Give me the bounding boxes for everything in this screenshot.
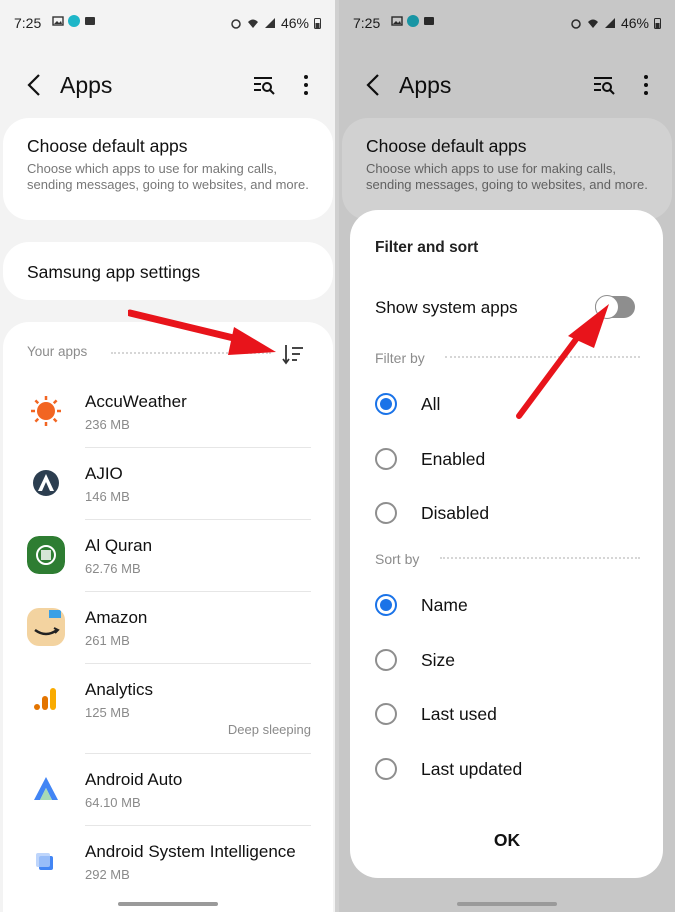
radio-option[interactable]: Disabled bbox=[350, 491, 663, 535]
radio-label: Last updated bbox=[421, 758, 523, 779]
battery-percent: 46% bbox=[280, 15, 309, 31]
ok-button[interactable]: OK bbox=[470, 822, 544, 858]
section-divider bbox=[111, 352, 271, 354]
app-list-item[interactable]: Android Auto 64.10 MB bbox=[3, 754, 333, 826]
app-size: 64.10 MB bbox=[85, 795, 141, 810]
show-system-apps-toggle[interactable] bbox=[595, 295, 635, 319]
app-name: Amazon bbox=[85, 608, 148, 627]
app-size: 146 MB bbox=[85, 489, 130, 504]
radio-option[interactable]: Size bbox=[350, 638, 663, 682]
sort-by-label: Sort by bbox=[375, 551, 420, 567]
sort-icon[interactable] bbox=[281, 342, 305, 366]
signal-icon bbox=[264, 18, 275, 28]
app-bar: Apps bbox=[0, 62, 335, 110]
radio-label: Disabled bbox=[421, 503, 490, 523]
radio-button[interactable] bbox=[375, 502, 397, 524]
filter-sort-dialog: Filter and sort Show system apps Filter … bbox=[350, 210, 663, 878]
right-screen: 7:25 46% Apps Choose default apps Choose… bbox=[339, 0, 675, 912]
radio-label: Last used bbox=[421, 704, 497, 724]
app-name: AccuWeather bbox=[85, 392, 187, 411]
gallery-notification-icon bbox=[52, 16, 64, 26]
radio-option[interactable]: All bbox=[350, 382, 663, 426]
search-list-icon[interactable] bbox=[251, 72, 277, 98]
radio-button[interactable] bbox=[375, 393, 397, 415]
radio-button[interactable] bbox=[375, 648, 397, 671]
app-name: Android System Intelligence bbox=[85, 842, 296, 861]
show-system-apps-label: Show system apps bbox=[375, 298, 518, 317]
choose-default-apps-title: Choose default apps bbox=[27, 136, 188, 156]
choose-default-apps-card[interactable]: Choose default apps Choose which apps to… bbox=[3, 118, 333, 220]
samsung-app-settings-label: Samsung app settings bbox=[27, 262, 201, 282]
section-divider bbox=[440, 557, 640, 559]
dialog-title: Filter and sort bbox=[375, 239, 479, 256]
radio-button[interactable] bbox=[375, 447, 397, 470]
app-list-item[interactable]: Al Quran 62.76 MB bbox=[3, 520, 333, 592]
radio-label: All bbox=[421, 394, 441, 414]
app-list-item[interactable]: Android System Intelligence 292 MB bbox=[3, 826, 333, 898]
app-notification-icon bbox=[68, 15, 80, 27]
ajio-icon bbox=[27, 464, 65, 502]
left-screen: 7:25 46% Apps Choose default apps Choose… bbox=[0, 0, 335, 912]
app-size: 292 MB bbox=[85, 867, 130, 882]
app-name: AJIO bbox=[85, 464, 123, 483]
back-button[interactable] bbox=[22, 72, 48, 98]
filter-by-label: Filter by bbox=[375, 350, 425, 366]
android-auto-icon bbox=[27, 770, 65, 808]
navigation-handle[interactable] bbox=[117, 902, 218, 906]
samsung-app-settings-card[interactable]: Samsung app settings bbox=[3, 242, 333, 300]
radio-button[interactable] bbox=[375, 594, 397, 616]
app-list-item[interactable]: Amazon 261 MB bbox=[3, 592, 333, 664]
app-list-item[interactable]: Analytics 125 MB Deep sleeping bbox=[3, 664, 333, 754]
app-name: Analytics bbox=[85, 680, 154, 699]
radio-button[interactable] bbox=[375, 757, 397, 780]
toggle-knob bbox=[595, 295, 619, 319]
app-size: 62.76 MB bbox=[85, 561, 141, 576]
app-size: 261 MB bbox=[85, 633, 130, 648]
accuweather-icon bbox=[27, 392, 65, 430]
radio-option[interactable]: Last updated bbox=[350, 747, 663, 791]
page-title: Apps bbox=[60, 72, 113, 98]
alarm-icon bbox=[231, 19, 241, 29]
analytics-icon bbox=[27, 680, 65, 718]
radio-button[interactable] bbox=[375, 703, 397, 725]
amazon-icon bbox=[27, 608, 65, 646]
al-quran-icon bbox=[27, 536, 65, 574]
app-size: 125 MB bbox=[85, 705, 130, 720]
app-name: Al Quran bbox=[85, 536, 153, 555]
more-options-icon[interactable] bbox=[299, 72, 313, 98]
wifi-icon bbox=[247, 19, 258, 28]
app-name: Android Auto bbox=[85, 770, 183, 789]
your-apps-header: Your apps bbox=[27, 344, 88, 359]
status-bar: 7:25 46% bbox=[0, 0, 335, 44]
section-divider bbox=[445, 356, 640, 358]
your-apps-card: Your apps AccuWeather 236 MB AJIO 146 MB… bbox=[3, 322, 333, 912]
app-size: 236 MB bbox=[85, 417, 130, 432]
app-status: Deep sleeping bbox=[227, 722, 311, 737]
navigation-handle[interactable] bbox=[457, 902, 557, 906]
battery-icon bbox=[314, 18, 321, 29]
android-system-intelligence-icon bbox=[27, 842, 65, 880]
status-time: 7:25 bbox=[14, 15, 42, 31]
radio-label: Enabled bbox=[421, 448, 486, 469]
choose-default-apps-subtitle: Choose which apps to use for making call… bbox=[27, 161, 309, 192]
app-list-item[interactable]: AccuWeather 236 MB bbox=[3, 376, 333, 448]
radio-label: Name bbox=[421, 595, 468, 615]
radio-label: Size bbox=[421, 649, 456, 670]
radio-option[interactable]: Name bbox=[350, 583, 663, 627]
app-list-item[interactable]: AJIO 146 MB bbox=[3, 448, 333, 520]
radio-option[interactable]: Last used bbox=[350, 692, 663, 736]
radio-option[interactable]: Enabled bbox=[350, 437, 663, 481]
id-notification-icon bbox=[85, 17, 95, 25]
